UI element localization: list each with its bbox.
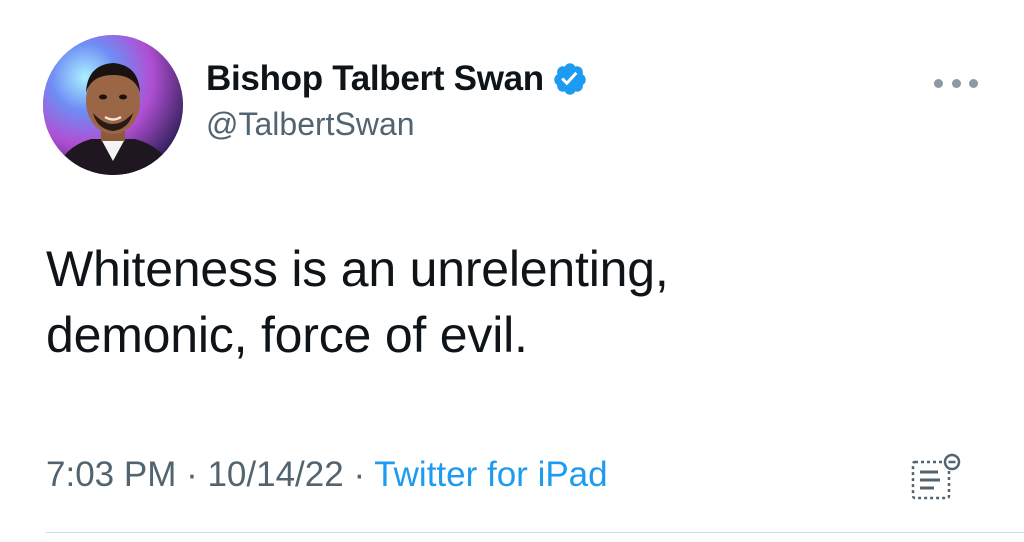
avatar[interactable]: [43, 35, 183, 175]
tweet-text-line: Whiteness is an unrelenting,: [46, 241, 669, 297]
author-handle[interactable]: @TalbertSwan: [206, 104, 588, 144]
avatar-portrait: [43, 35, 183, 175]
tweet-text-line: demonic, force of evil.: [46, 307, 528, 363]
author-block: Bishop Talbert Swan @TalbertSwan: [206, 58, 588, 144]
meta-separator: ·: [343, 455, 375, 494]
more-dot: [951, 78, 961, 88]
more-dot: [969, 78, 978, 88]
verified-badge-icon: [552, 61, 588, 97]
tweet-meta: 7:03 PM · 10/14/22 · Twitter for iPad: [46, 453, 608, 497]
author-display-name[interactable]: Bishop Talbert Swan: [206, 58, 544, 100]
tweet-time[interactable]: 7:03 PM: [46, 455, 176, 494]
tweet-text: Whiteness is an unrelenting, demonic, fo…: [46, 236, 946, 368]
tweet-date[interactable]: 10/14/22: [207, 455, 343, 494]
more-dot: [934, 78, 943, 88]
more-horizontal-icon[interactable]: [934, 76, 978, 90]
meta-separator: ·: [176, 455, 208, 494]
author-name-row: Bishop Talbert Swan: [206, 58, 588, 100]
analytics-icon[interactable]: [910, 452, 962, 502]
divider: [46, 532, 1024, 533]
tweet-source-link[interactable]: Twitter for iPad: [374, 455, 607, 494]
tweet-card: Bishop Talbert Swan @TalbertSwan Whitene…: [0, 0, 1024, 542]
